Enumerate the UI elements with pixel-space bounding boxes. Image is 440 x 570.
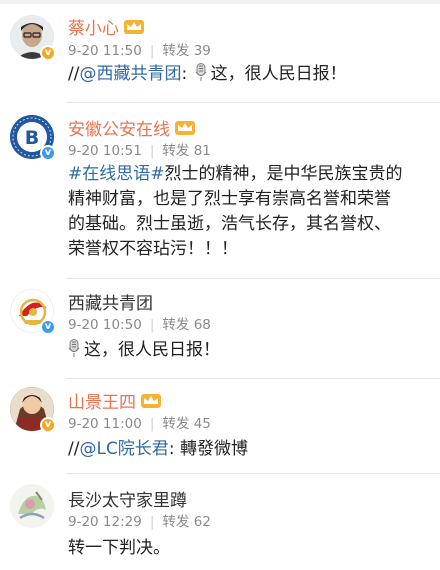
text-separator: : bbox=[181, 64, 193, 84]
user-name[interactable]: 山景王四 bbox=[68, 393, 136, 413]
list-item: v 山景王四 9-20 11:00 | 转发 45 //@LC院长君: 轉發微博 bbox=[0, 379, 440, 474]
avatar[interactable]: B v bbox=[10, 115, 56, 161]
post-text-body: 这，很人民日报！ bbox=[210, 64, 347, 84]
avatar[interactable]: v bbox=[10, 289, 56, 335]
list-item: v 西藏共青团 9-20 10:50 | 转发 68 这，很人民日报！ bbox=[0, 279, 440, 379]
crown-icon bbox=[123, 19, 145, 35]
svg-text:B: B bbox=[25, 127, 39, 149]
post-text-line: 烈士的精神，是中华民族宝贵的 bbox=[164, 164, 403, 184]
repost-label: 转发 bbox=[162, 514, 190, 530]
list-item: 長沙太守家里蹲 9-20 12:29 | 转发 62 转一下判决。 bbox=[0, 474, 440, 570]
microphone-emoji-icon bbox=[195, 63, 207, 82]
verified-badge-icon: v bbox=[40, 417, 56, 433]
repost-label: 转发 bbox=[162, 43, 190, 59]
repost-count: 39 bbox=[193, 43, 211, 59]
post-text: 这，很人民日报！ bbox=[68, 338, 426, 363]
repost-label: 转发 bbox=[162, 143, 190, 159]
list-item: B v 安徽公安在线 9-20 10:51 | 转发 81 #在线思语#烈士的精神，… bbox=[0, 103, 440, 279]
repost-count: 68 bbox=[193, 317, 211, 333]
repost-label: 转发 bbox=[162, 416, 190, 432]
user-name[interactable]: 長沙太守家里蹲 bbox=[68, 491, 187, 511]
post-date: 9-20 10:51 bbox=[68, 143, 142, 159]
post-text-line: 的基础。烈士虽逝，浩气长存，其名誉权、 bbox=[68, 214, 391, 234]
user-name[interactable]: 蔡小心 bbox=[68, 19, 119, 39]
microphone-emoji-icon bbox=[68, 339, 80, 358]
post-date: 9-20 12:29 bbox=[68, 514, 142, 530]
verified-badge-icon: v bbox=[40, 319, 56, 335]
list-item: v 蔡小心 9-20 11:50 | 转发 39 //@西藏共青团: 这，很人民日报… bbox=[0, 0, 440, 103]
repost-prefix: // bbox=[68, 64, 80, 84]
post-text: //@LC院长君: 轉發微博 bbox=[68, 437, 426, 462]
post-text-line: 精神财富，也是了烈士享有崇高名誉和荣誉 bbox=[68, 189, 391, 209]
post-text-body: 这，很人民日报！ bbox=[84, 340, 220, 360]
post-text: //@西藏共青团: 这，很人民日报！ bbox=[68, 62, 426, 87]
post-date: 9-20 11:50 bbox=[68, 43, 142, 59]
verified-badge-icon: v bbox=[40, 45, 56, 61]
user-name[interactable]: 西藏共青团 bbox=[68, 294, 153, 314]
post-date: 9-20 11:00 bbox=[68, 416, 142, 432]
repost-count: 45 bbox=[193, 416, 211, 432]
repost-feed: v 蔡小心 9-20 11:50 | 转发 39 //@西藏共青团: 这，很人民日报… bbox=[0, 0, 440, 570]
post-text: #在线思语#烈士的精神，是中华民族宝贵的 精神财富，也是了烈士享有崇高名誉和荣誉… bbox=[68, 162, 426, 262]
repost-label: 转发 bbox=[162, 317, 190, 333]
post-text-line: 荣誉权不容玷污！！！ bbox=[68, 239, 238, 259]
mention-link[interactable]: @西藏共青团 bbox=[79, 64, 181, 84]
repost-prefix: // bbox=[68, 439, 80, 459]
avatar[interactable]: v bbox=[10, 15, 56, 61]
post-text-body: 转一下判决。 bbox=[68, 538, 170, 558]
verified-badge-icon: v bbox=[40, 145, 56, 161]
post-text-body: : 轉發微博 bbox=[168, 439, 248, 459]
topic-link[interactable]: #在线思语# bbox=[68, 164, 165, 184]
repost-count: 62 bbox=[193, 514, 211, 530]
crown-icon bbox=[140, 393, 162, 409]
post-date: 9-20 10:50 bbox=[68, 317, 142, 333]
crown-icon bbox=[174, 120, 196, 136]
avatar[interactable]: v bbox=[10, 387, 56, 433]
avatar[interactable] bbox=[10, 484, 54, 528]
repost-count: 81 bbox=[193, 143, 211, 159]
post-text: 转一下判决。 bbox=[68, 536, 426, 561]
user-name[interactable]: 安徽公安在线 bbox=[68, 120, 170, 140]
mention-link[interactable]: @LC院长君 bbox=[79, 439, 168, 459]
